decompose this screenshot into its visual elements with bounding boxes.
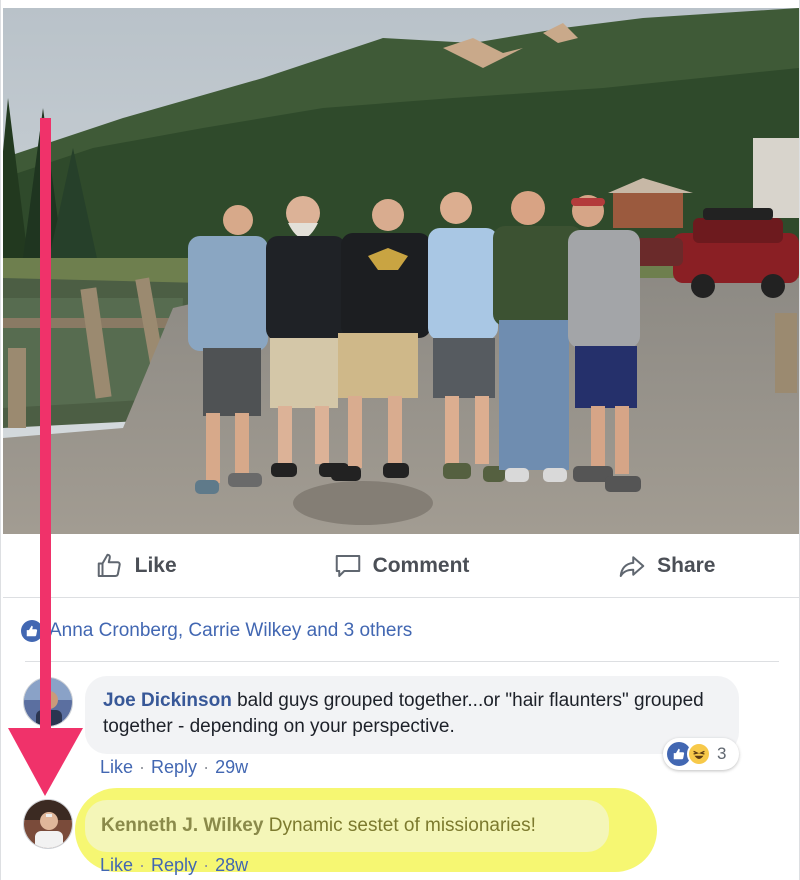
comment-meta: Like · Reply · 29w xyxy=(100,757,249,778)
comment-reactions[interactable]: 3 xyxy=(663,738,739,770)
comment-author[interactable]: Joe Dickinson xyxy=(103,690,232,711)
avatar[interactable] xyxy=(23,799,73,849)
comment-time[interactable]: 29w xyxy=(215,757,248,778)
comment-time[interactable]: 28w xyxy=(215,855,248,876)
reactions-summary[interactable]: Anna Cronberg, Carrie Wilkey and 3 other… xyxy=(21,617,412,645)
comment-bubble: Kenneth J. Wilkey Dynamic sestet of miss… xyxy=(85,800,609,852)
reactions-names[interactable]: Anna Cronberg, Carrie Wilkey and 3 other… xyxy=(49,620,412,642)
post-action-bar: Like Comment Share xyxy=(3,534,799,598)
share-label: Share xyxy=(657,553,716,577)
share-arrow-icon xyxy=(619,555,645,577)
comment-meta: Like · Reply · 28w xyxy=(100,855,249,876)
comment-like-link[interactable]: Like xyxy=(100,757,133,778)
share-button[interactable]: Share xyxy=(534,534,799,597)
avatar-image xyxy=(24,678,72,726)
post-card: Like Comment Share Anna Cronberg, Carrie… xyxy=(0,0,800,880)
haha-reaction-icon xyxy=(687,742,711,766)
reaction-count: 3 xyxy=(717,744,727,763)
comment-label: Comment xyxy=(372,553,470,577)
like-reaction-icon xyxy=(21,620,43,642)
comment-reply-link[interactable]: Reply xyxy=(151,757,197,778)
like-label: Like xyxy=(134,553,177,577)
thumbs-up-icon xyxy=(97,553,121,577)
avatar-image xyxy=(24,800,72,848)
comment-reply-link[interactable]: Reply xyxy=(151,855,197,876)
group-photo-image xyxy=(3,8,799,534)
comment-bubble-icon xyxy=(335,554,360,577)
comment-bubble: Joe Dickinson bald guys grouped together… xyxy=(85,676,739,754)
comment-like-link[interactable]: Like xyxy=(100,855,133,876)
divider xyxy=(25,661,779,662)
post-photo[interactable] xyxy=(3,8,799,534)
like-button[interactable]: Like xyxy=(3,534,268,597)
comment-button[interactable]: Comment xyxy=(268,534,533,597)
comment-author[interactable]: Kenneth J. Wilkey xyxy=(101,815,263,836)
comment-text: Dynamic sestet of missionaries! xyxy=(268,815,536,836)
avatar[interactable] xyxy=(23,677,73,727)
